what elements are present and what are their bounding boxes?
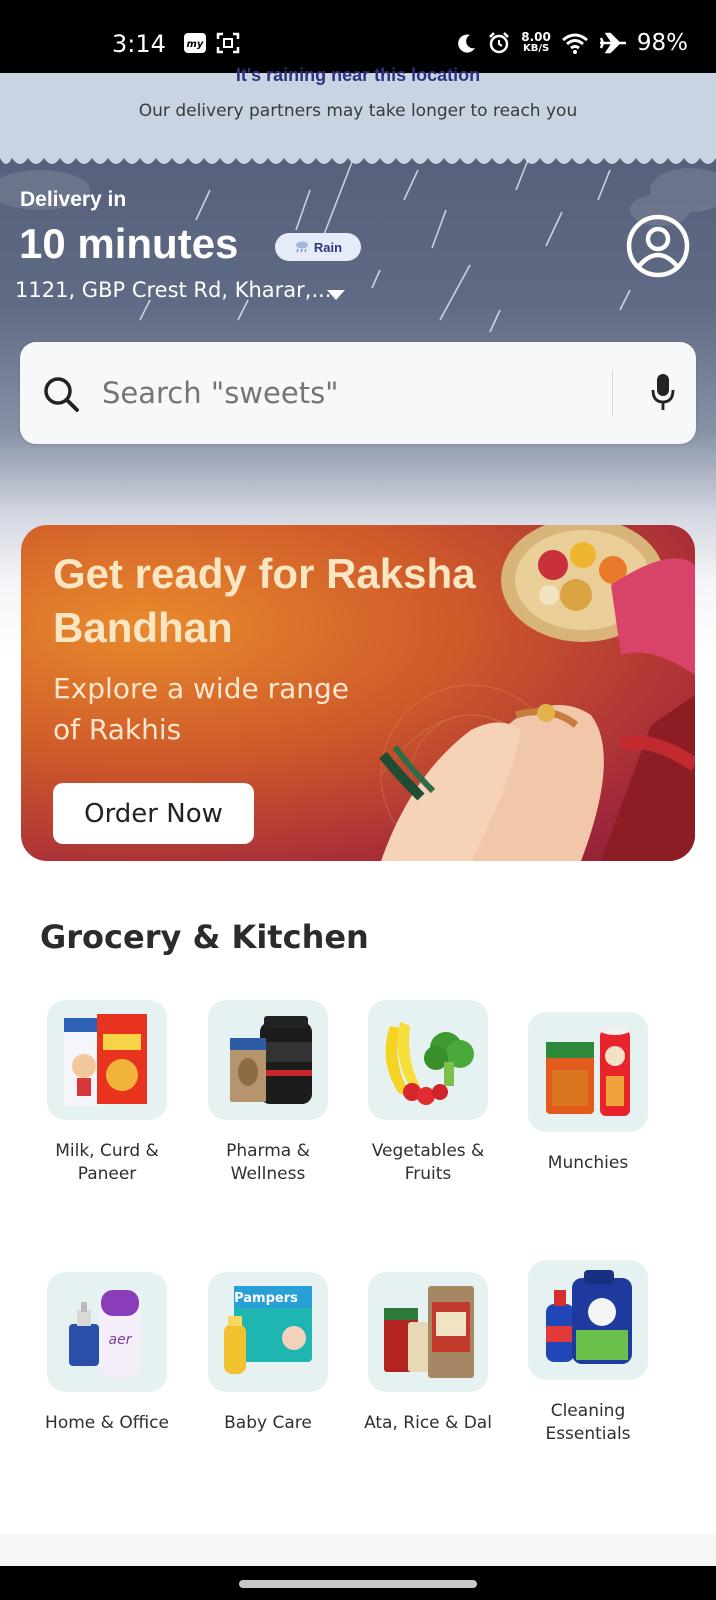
rain-chip: Rain (275, 233, 361, 261)
home-products-icon: aer (69, 1290, 141, 1378)
baby-care-icon: Pampers (224, 1286, 312, 1374)
category-thumbnail (208, 1000, 328, 1120)
cleaning-products-icon (546, 1270, 632, 1364)
category-pharma-wellness[interactable]: Pharma & Wellness (188, 1000, 348, 1186)
category-label: Vegetables & Fruits (371, 1141, 485, 1184)
rain-alert-subtitle: Our delivery partners may take longer to… (138, 101, 578, 121)
status-bar: 3:14 my 8.00 KB/S 98% (0, 0, 716, 73)
category-cleaning-essentials[interactable]: Cleaning Essentials (508, 1260, 668, 1446)
category-label: Milk, Curd & Paneer (55, 1141, 159, 1184)
category-home-office[interactable]: aer Home & Office (27, 1272, 187, 1435)
fruits-vegetables-icon (385, 1022, 474, 1105)
category-munchies[interactable]: Munchies (508, 1012, 668, 1175)
dnd-moon-icon (458, 34, 476, 53)
category-label: Ata, Rice & Dal (364, 1413, 492, 1433)
rain-cloud-icon (295, 241, 308, 253)
net-speed-value: 8.00 (521, 30, 551, 44)
profile-icon[interactable] (626, 214, 690, 278)
delivery-time: 10 minutes (19, 220, 239, 267)
airplane-mode-icon (599, 32, 626, 54)
wifi-icon (561, 33, 588, 54)
order-now-button[interactable]: Order Now (53, 783, 254, 844)
pharma-products-icon (230, 1016, 312, 1104)
alarm-icon (489, 32, 510, 54)
category-thumbnail: aer (47, 1272, 167, 1392)
search-divider (612, 370, 613, 416)
svg-text:my: my (187, 39, 204, 50)
system-navigation-bar (0, 1566, 716, 1600)
home-gesture-handle[interactable] (239, 1580, 477, 1588)
category-thumbnail (47, 1000, 167, 1120)
search-input[interactable] (102, 342, 582, 444)
category-label: Baby Care (224, 1413, 312, 1433)
category-label: Cleaning Essentials (545, 1401, 631, 1444)
promo-title: Get ready for Raksha Bandhan (53, 550, 476, 651)
category-label: Home & Office (45, 1413, 169, 1433)
category-baby-care[interactable]: Pampers Baby Care (188, 1272, 348, 1435)
network-speed: 8.00 KB/S (521, 31, 551, 55)
svg-text:aer: aer (109, 1332, 133, 1348)
category-thumbnail (528, 1012, 648, 1132)
delivery-address[interactable]: 1121, GBP Crest Rd, Kharar,... (15, 278, 331, 302)
dairy-products-icon (64, 1014, 147, 1106)
search-bar[interactable] (20, 342, 696, 444)
section-title: Grocery & Kitchen (40, 918, 369, 956)
promo-subtitle: Explore a wide range of Rakhis (53, 672, 350, 746)
microphone-icon[interactable] (650, 372, 676, 412)
category-vegetables-fruits[interactable]: Vegetables & Fruits (348, 1000, 508, 1186)
scan-icon (216, 32, 240, 54)
app-notification-icon: my (184, 33, 206, 53)
status-time: 3:14 (112, 30, 166, 58)
category-milk-curd-paneer[interactable]: Milk, Curd & Paneer (27, 1000, 187, 1186)
bottom-strip (0, 1534, 716, 1566)
category-thumbnail (368, 1000, 488, 1120)
raksha-bandhan-promo-banner[interactable]: Get ready for Raksha Bandhan Explore a w… (21, 525, 695, 861)
status-indicators: 8.00 KB/S 98% (455, 30, 688, 56)
net-speed-unit: KB/S (522, 43, 550, 54)
category-ata-rice-dal[interactable]: Ata, Rice & Dal (348, 1272, 508, 1435)
category-thumbnail: Pampers (208, 1272, 328, 1392)
svg-text:Pampers: Pampers (234, 1291, 298, 1306)
rain-alert-title: It's raining near this location (235, 65, 481, 85)
snacks-icon (546, 1025, 630, 1116)
category-label: Pharma & Wellness (226, 1141, 310, 1184)
battery-level: 98% (636, 30, 688, 56)
delivery-label: Delivery in (20, 188, 127, 211)
search-icon (44, 377, 79, 412)
category-thumbnail (368, 1272, 488, 1392)
staples-icon (384, 1286, 474, 1378)
category-label: Munchies (547, 1153, 629, 1173)
chevron-down-icon[interactable] (326, 289, 346, 301)
category-thumbnail (528, 1260, 648, 1380)
rain-chip-label: Rain (313, 239, 343, 255)
